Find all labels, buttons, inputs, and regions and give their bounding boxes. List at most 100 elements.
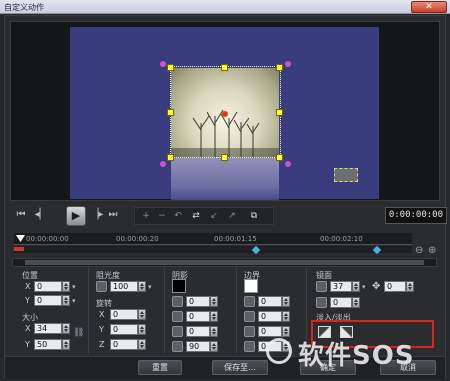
size-x-stepper[interactable]: [62, 323, 70, 334]
resize-handle-b[interactable]: [221, 154, 228, 161]
border-color-swatch[interactable]: [244, 279, 258, 293]
rotation-z-input[interactable]: 0: [110, 339, 138, 350]
axis-label: Y: [25, 340, 30, 349]
tick-label: 00:00:01:15: [214, 235, 257, 243]
timeline[interactable]: 00:00:00:00 00:00:00:20 00:00:01:15 00:0…: [14, 233, 412, 255]
skew-handle-tr[interactable]: [285, 61, 291, 67]
size-label: 大小: [22, 313, 38, 322]
keyframe-toolbar: + − ↶ ⇄ ↙ ↗ ⧉: [134, 207, 274, 225]
mirror-input-1[interactable]: 37: [330, 281, 352, 292]
shadow-input-3[interactable]: 0: [186, 326, 210, 337]
skip-start-icon[interactable]: ⏮: [14, 209, 28, 220]
mirror-stepper-2[interactable]: [406, 281, 414, 292]
zoom-out-icon[interactable]: ⊖: [415, 246, 425, 256]
shadow-input-4[interactable]: 90: [186, 341, 210, 352]
shadow-input-1[interactable]: 0: [186, 296, 210, 307]
resize-handle-r[interactable]: [276, 109, 283, 116]
border-stepper-1[interactable]: [282, 296, 290, 307]
remove-keyframe-icon[interactable]: −: [155, 211, 169, 223]
mirror-dropdown-icon[interactable]: ▾: [362, 283, 372, 291]
size-y-input[interactable]: 50: [34, 339, 62, 350]
mirror-distance-icon: [316, 297, 327, 308]
timecode-display[interactable]: 0:00:00:00: [385, 207, 447, 224]
opacity-input[interactable]: 100: [110, 281, 138, 292]
axis-label: Y: [25, 296, 30, 305]
mirror-input-2[interactable]: 0: [384, 281, 406, 292]
border-opacity-icon: [244, 311, 255, 322]
link-icon[interactable]: ⛓: [73, 328, 84, 338]
border-stepper-2[interactable]: [282, 311, 290, 322]
timeline-scrollbar[interactable]: [12, 258, 437, 267]
save-as-button[interactable]: 保存至...: [212, 360, 268, 375]
border-input-1[interactable]: 0: [258, 296, 282, 307]
size-x-input[interactable]: 34: [34, 323, 62, 334]
resize-handle-l[interactable]: [167, 109, 174, 116]
position-x-dropdown-icon[interactable]: ▾: [72, 283, 82, 291]
size-y-stepper[interactable]: [62, 339, 70, 350]
copy-keyframe-icon[interactable]: ⧉: [247, 211, 261, 223]
position-x-input[interactable]: 0: [34, 281, 62, 292]
position-x-stepper[interactable]: [62, 281, 70, 292]
step-back-icon[interactable]: ◂▏: [34, 209, 48, 220]
shadow-input-2[interactable]: 0: [186, 311, 210, 322]
axis-label: X: [99, 310, 105, 319]
transport-bar: ⏮ ◂▏ ▶ ▕▸ ⏭ + − ↶ ⇄ ↙ ↗ ⧉ 0:00:00:00: [10, 204, 447, 228]
step-forward-icon[interactable]: ▕▸: [90, 209, 104, 220]
skew-handle-tl[interactable]: [160, 61, 166, 67]
axis-label: X: [25, 282, 31, 291]
rotation-x-stepper[interactable]: [138, 309, 146, 320]
border-input-2[interactable]: 0: [258, 311, 282, 322]
opacity-icon: [96, 281, 107, 292]
shadow-color-swatch[interactable]: [172, 279, 186, 293]
position-y-dropdown-icon[interactable]: ▾: [72, 297, 82, 305]
skip-end-icon[interactable]: ⏭: [106, 209, 120, 220]
axis-label: Y: [99, 325, 104, 334]
reset-button[interactable]: 重置: [138, 360, 182, 375]
resize-handle-tl[interactable]: [167, 64, 174, 71]
mirror-stepper-3[interactable]: [352, 297, 360, 308]
opacity-stepper[interactable]: [138, 281, 146, 292]
shadow-stepper-3[interactable]: [210, 326, 218, 337]
resize-handle-bl[interactable]: [167, 154, 174, 161]
skew-handle-bl[interactable]: [160, 161, 166, 167]
rotation-x-input[interactable]: 0: [110, 309, 138, 320]
zoom-in-icon[interactable]: ⊕: [428, 246, 438, 256]
shadow-stepper-2[interactable]: [210, 311, 218, 322]
resize-handle-t[interactable]: [221, 64, 228, 71]
opacity-label: 阻光度: [96, 271, 120, 280]
rotation-label: 旋转: [96, 299, 112, 308]
swap-icon[interactable]: ⇄: [189, 211, 203, 223]
shadow-stepper-4[interactable]: [210, 341, 218, 352]
opacity-dropdown-icon[interactable]: ▾: [148, 283, 158, 291]
skew-handle-br[interactable]: [285, 161, 291, 167]
title-bar: 自定义动作 ✕: [0, 0, 450, 14]
position-label: 位置: [22, 271, 38, 280]
play-button[interactable]: ▶: [66, 206, 86, 226]
mirror-input-3[interactable]: 0: [330, 297, 352, 308]
shadow-stepper-1[interactable]: [210, 296, 218, 307]
position-y-stepper[interactable]: [62, 295, 70, 306]
resize-handle-br[interactable]: [276, 154, 283, 161]
rotation-z-stepper[interactable]: [138, 339, 146, 350]
mirror-stepper-1[interactable]: [352, 281, 360, 292]
pivot-point[interactable]: [222, 111, 228, 117]
position-y-input[interactable]: 0: [34, 295, 62, 306]
prev-keyframe-icon[interactable]: ↙: [207, 211, 221, 223]
rotation-y-stepper[interactable]: [138, 324, 146, 335]
time-ruler[interactable]: 00:00:00:00 00:00:00:20 00:00:01:15 00:0…: [14, 233, 412, 245]
shadow-angle-icon: [172, 326, 183, 337]
mirror-opacity-icon: [316, 281, 327, 292]
resize-handle-tr[interactable]: [276, 64, 283, 71]
divider: [88, 268, 89, 354]
reverse-icon[interactable]: ↶: [171, 211, 185, 223]
play-icon: ▶: [71, 209, 81, 222]
scroll-thumb[interactable]: [25, 260, 424, 265]
shadow-offset-box[interactable]: [334, 168, 358, 182]
close-button[interactable]: ✕: [411, 1, 447, 13]
divider: [236, 268, 237, 354]
add-keyframe-icon[interactable]: +: [139, 211, 153, 223]
keyframe-track[interactable]: [14, 246, 412, 253]
rotation-y-input[interactable]: 0: [110, 324, 138, 335]
next-keyframe-icon[interactable]: ↗: [225, 211, 239, 223]
border-blur-icon: [244, 326, 255, 337]
